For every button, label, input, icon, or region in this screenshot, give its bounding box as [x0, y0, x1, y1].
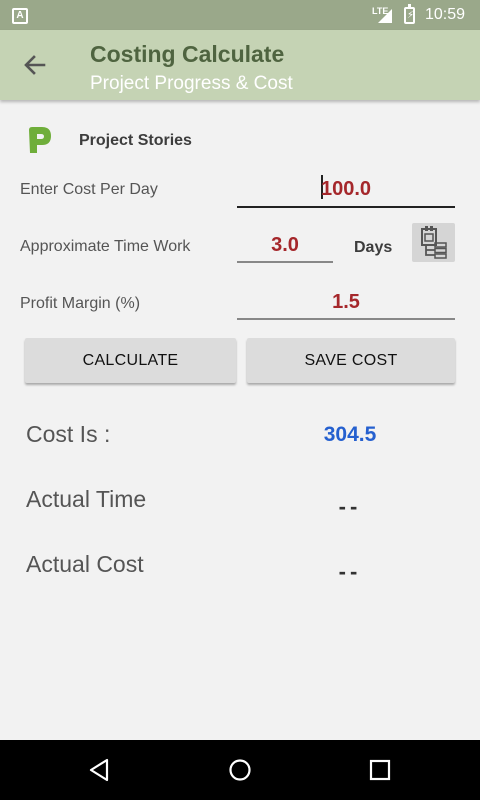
calculate-button[interactable]: CALCULATE: [25, 338, 236, 383]
cost-value: 304.5: [323, 423, 377, 446]
project-stories-logo-icon: [24, 124, 56, 156]
save-cost-button[interactable]: SAVE COST: [247, 338, 455, 383]
page-subtitle: Project Progress & Cost: [90, 73, 293, 94]
navigation-bar: [0, 740, 480, 800]
actual-cost-label: Actual Cost: [26, 551, 144, 577]
battery-charging-icon: ⚡: [404, 4, 415, 24]
cost-per-day-value: 100.0: [320, 178, 372, 200]
time-work-input[interactable]: 3.0: [237, 229, 333, 263]
days-label: Days: [354, 239, 393, 256]
time-work-value: 3.0: [271, 234, 299, 256]
calendar-list-icon: [421, 226, 447, 259]
status-bar: A LTE ⚡ 10:59: [0, 0, 480, 30]
status-time: 10:59: [425, 6, 466, 23]
app-bar: Costing Calculate Project Progress & Cos…: [0, 30, 480, 100]
arrow-back-icon[interactable]: [20, 50, 50, 80]
cost-per-day-input[interactable]: 100.0: [237, 172, 455, 208]
actual-time-value: --: [338, 494, 362, 519]
nav-back-icon[interactable]: [86, 756, 114, 784]
profit-margin-label: Profit Margin (%): [20, 295, 141, 312]
app-notification-icon: A: [12, 8, 28, 24]
actual-cost-value: --: [338, 559, 362, 584]
actual-time-label: Actual Time: [26, 486, 147, 512]
nav-home-icon[interactable]: [226, 756, 254, 784]
nav-recents-icon[interactable]: [366, 756, 394, 784]
calendar-list-button[interactable]: [412, 223, 455, 262]
page-title: Costing Calculate: [90, 41, 285, 67]
section-title: Project Stories: [79, 132, 192, 149]
profit-margin-value: 1.5: [332, 291, 360, 313]
profit-margin-input[interactable]: 1.5: [237, 286, 455, 320]
time-work-label: Approximate Time Work: [20, 238, 191, 255]
signal-icon: [378, 9, 392, 23]
cost-per-day-label: Enter Cost Per Day: [20, 181, 158, 198]
cost-label: Cost Is :: [26, 421, 111, 447]
